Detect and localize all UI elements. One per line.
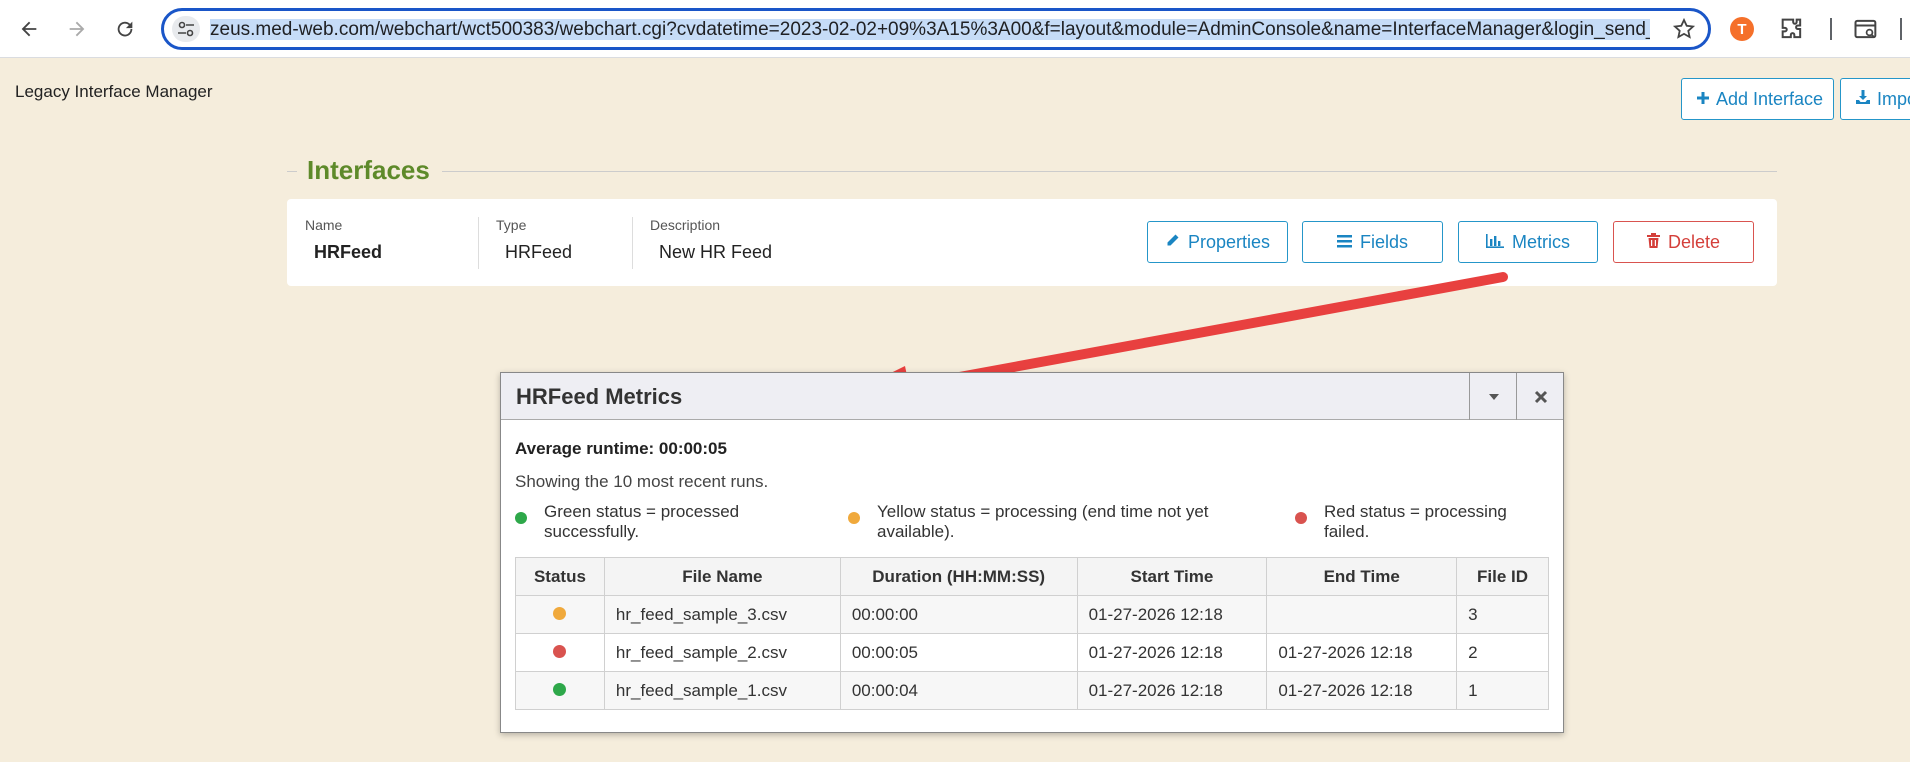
dialog-body: Average runtime: 00:00:05 Showing the 10… [515, 439, 1551, 542]
runs-table: Status File Name Duration (HH:MM:SS) Sta… [515, 557, 1549, 710]
status-cell [515, 633, 605, 672]
yellow-status-dot-icon [553, 606, 567, 620]
column-header-file-name[interactable]: File Name [603, 557, 841, 596]
status-cell [515, 595, 605, 634]
status-legend: Green status = processed successfully. Y… [515, 502, 1551, 542]
name-label: Name [305, 217, 343, 233]
start-time-cell: 01-27-2026 12:18 [1076, 633, 1268, 672]
extensions-puzzle-icon[interactable] [1778, 15, 1806, 43]
type-label: Type [496, 217, 527, 233]
dialog-title: HRFeed Metrics [516, 384, 683, 409]
name-value: HRFeed [314, 242, 383, 262]
section-divider [442, 171, 1777, 172]
metrics-button[interactable]: Metrics [1458, 221, 1598, 263]
status-cell [515, 671, 605, 710]
add-interface-button[interactable]: Add Interface [1681, 78, 1834, 120]
bar-chart-icon [1486, 232, 1504, 253]
properties-button[interactable]: Properties [1147, 221, 1288, 263]
end-time-cell [1266, 595, 1458, 634]
pencil-icon [1165, 232, 1180, 253]
delete-button[interactable]: Delete [1613, 221, 1754, 263]
start-time-cell: 01-27-2026 12:18 [1076, 671, 1268, 710]
back-arrow-icon[interactable] [14, 14, 44, 44]
description-column: Description New HR Feed [650, 217, 900, 271]
yellow-status-dot-icon [848, 512, 860, 524]
duration-cell: 00:00:00 [839, 595, 1078, 634]
end-time-cell: 01-27-2026 12:18 [1266, 633, 1458, 672]
plus-icon [1696, 89, 1710, 110]
duration-cell: 00:00:05 [839, 633, 1078, 672]
collapse-chevron-icon[interactable] [1469, 373, 1517, 420]
column-header-file-id[interactable]: File ID [1456, 557, 1549, 596]
close-icon[interactable] [1516, 373, 1564, 420]
description-value: New HR Feed [659, 242, 773, 262]
showing-text: Showing the 10 most recent runs. [515, 472, 769, 491]
download-icon [1855, 89, 1871, 110]
browser-toolbar: zeus.med-web.com/webchart/wct500383/webc… [0, 0, 1910, 58]
table-header-row: Status File Name Duration (HH:MM:SS) Sta… [515, 557, 1549, 596]
trash-icon [1646, 232, 1660, 253]
table-row[interactable]: hr_feed_sample_1.csv 00:00:04 01-27-2026… [515, 671, 1549, 710]
interface-card: Name HRFeed Type HRFeed Description New … [287, 199, 1777, 286]
red-status-dot-icon [553, 644, 567, 658]
description-label: Description [650, 217, 721, 233]
duration-cell: 00:00:04 [839, 671, 1078, 710]
green-status-dot-icon [515, 512, 527, 524]
address-bar[interactable]: zeus.med-web.com/webchart/wct500383/webc… [161, 8, 1711, 50]
forward-arrow-icon[interactable] [62, 14, 92, 44]
name-column: Name HRFeed [305, 217, 465, 271]
toolbar-divider [1830, 18, 1832, 40]
column-header-end-time[interactable]: End Time [1266, 557, 1458, 596]
legend-yellow: Yellow status = processing (end time not… [848, 502, 1209, 542]
section-divider [287, 171, 297, 172]
start-time-cell: 01-27-2026 12:18 [1076, 595, 1268, 634]
list-icon [1336, 232, 1352, 253]
red-status-dot-icon [1295, 512, 1307, 524]
green-status-dot-icon [553, 682, 567, 696]
bookmark-star-icon[interactable] [1672, 17, 1696, 41]
end-time-cell: 01-27-2026 12:18 [1266, 671, 1458, 710]
column-header-duration[interactable]: Duration (HH:MM:SS) [839, 557, 1078, 596]
column-divider [632, 217, 633, 269]
column-header-status[interactable]: Status [515, 557, 605, 596]
file-id-cell: 2 [1456, 633, 1549, 672]
app-title: Legacy Interface Manager [15, 82, 213, 101]
type-value: HRFeed [505, 242, 573, 262]
import-button[interactable]: Impo [1840, 78, 1910, 120]
fields-button[interactable]: Fields [1302, 221, 1443, 263]
toolbar-divider [1900, 18, 1902, 40]
file-name-cell: hr_feed_sample_2.csv [603, 633, 841, 672]
table-row[interactable]: hr_feed_sample_3.csv 00:00:00 01-27-2026… [515, 595, 1549, 634]
file-id-cell: 1 [1456, 671, 1549, 710]
column-divider [478, 217, 479, 269]
file-name-cell: hr_feed_sample_3.csv [603, 595, 841, 634]
file-id-cell: 3 [1456, 595, 1549, 634]
file-name-cell: hr_feed_sample_1.csv [603, 671, 841, 710]
table-row[interactable]: hr_feed_sample_2.csv 00:00:05 01-27-2026… [515, 633, 1549, 672]
reload-icon[interactable] [110, 14, 140, 44]
average-runtime: Average runtime: 00:00:05 [515, 439, 727, 458]
profile-extension-icon[interactable]: T [1730, 17, 1754, 41]
metrics-dialog: HRFeed Metrics Average runtime: 00:00:05… [500, 372, 1564, 733]
section-title: Interfaces [307, 155, 430, 185]
legend-red: Red status = processing failed. [1295, 502, 1507, 542]
type-column: Type HRFeed [496, 217, 626, 271]
site-settings-icon[interactable] [172, 16, 200, 42]
url-text[interactable]: zeus.med-web.com/webchart/wct500383/webc… [210, 19, 1650, 41]
dialog-header[interactable]: HRFeed Metrics [501, 373, 1563, 420]
tab-search-icon[interactable] [1852, 15, 1880, 43]
column-header-start-time[interactable]: Start Time [1076, 557, 1268, 596]
legend-green: Green status = processed successfully. [515, 502, 739, 542]
